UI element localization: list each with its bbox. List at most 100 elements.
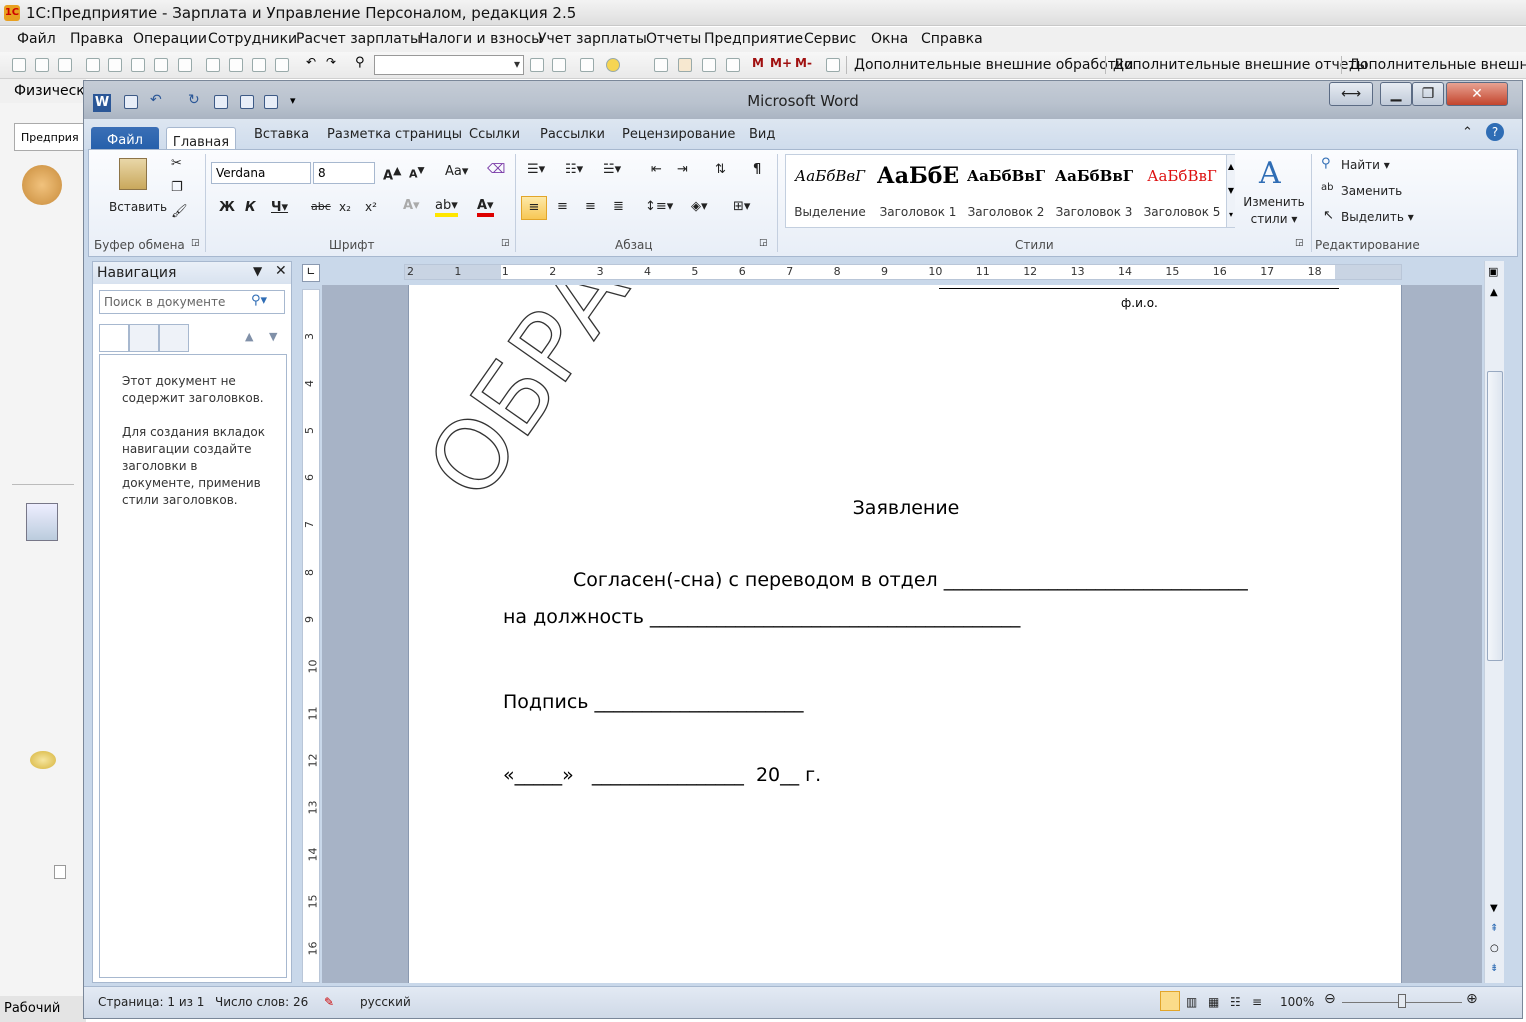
users-icon[interactable] xyxy=(702,58,716,72)
external-more-link[interactable]: Дополнительные внешние п xyxy=(1349,57,1526,73)
draft-icon[interactable]: ≡ xyxy=(1252,995,1262,1009)
proofing-icon[interactable]: ✎ xyxy=(324,995,334,1009)
font-name-input[interactable]: Verdana xyxy=(211,162,311,184)
clipboard-icon[interactable] xyxy=(178,58,192,72)
next-page-icon[interactable]: ⇟ xyxy=(1490,963,1498,974)
styles-launcher-icon[interactable]: ◲ xyxy=(1295,238,1304,248)
print-icon[interactable] xyxy=(252,58,266,72)
paste-button[interactable]: Вставить xyxy=(109,200,167,214)
nav-tab-headings-icon[interactable] xyxy=(99,324,129,352)
report-icon[interactable] xyxy=(26,503,58,541)
vertical-ruler[interactable]: 3 4 5 6 7 8 9 10 11 12 13 14 15 16 xyxy=(302,289,320,983)
line-spacing-icon[interactable]: ↕≡▾ xyxy=(645,199,673,214)
paragraph-launcher-icon[interactable]: ◲ xyxy=(759,238,768,248)
individuals-label[interactable]: Физическ xyxy=(14,83,85,99)
browse-object-icon[interactable]: ○ xyxy=(1490,943,1499,954)
reading-layout-icon[interactable]: ▥ xyxy=(1186,995,1197,1009)
preview-icon[interactable] xyxy=(229,58,243,72)
memory-minus-icon[interactable]: M- xyxy=(795,56,817,70)
memory-m-icon[interactable]: M xyxy=(752,56,766,70)
language-indicator[interactable]: русский xyxy=(360,995,411,1009)
enterprise-tab[interactable]: Предприя xyxy=(14,123,84,151)
multilevel-list-icon[interactable]: ☱▾ xyxy=(603,162,621,177)
coins-icon[interactable] xyxy=(30,751,56,769)
strikethrough-icon[interactable]: abc xyxy=(311,200,331,213)
copy-icon[interactable] xyxy=(108,58,122,72)
ribbon-collapse-icon[interactable]: ⌃ xyxy=(1462,125,1473,140)
calendar-icon[interactable] xyxy=(678,58,692,72)
copy-icon[interactable]: ❐ xyxy=(171,180,183,195)
menu-help[interactable]: Справка xyxy=(921,31,983,47)
scrollbar-thumb[interactable] xyxy=(1487,371,1503,661)
find-next-icon[interactable] xyxy=(530,58,544,72)
clear-format-icon[interactable]: ⌫ xyxy=(487,162,505,177)
close-button[interactable]: ✕ xyxy=(1446,82,1508,106)
shrink-font-icon[interactable]: A▼ xyxy=(409,165,425,181)
cut-icon[interactable] xyxy=(86,58,100,72)
tab-insert[interactable]: Вставка xyxy=(254,127,309,142)
prev-page-icon[interactable]: ⇞ xyxy=(1490,923,1498,934)
calculator-icon[interactable] xyxy=(654,58,668,72)
subscript-icon[interactable]: x₂ xyxy=(339,200,351,214)
styles-scroll-icon[interactable]: ▲ ▼ ▾ xyxy=(1226,155,1235,227)
functions-icon[interactable] xyxy=(726,58,740,72)
style-emphasis[interactable]: АаБбВвГ Выделение xyxy=(786,155,874,227)
menu-edit[interactable]: Правка xyxy=(70,31,123,47)
tab-mailings[interactable]: Рассылки xyxy=(540,127,605,142)
redo-icon[interactable]: ↷ xyxy=(326,55,340,69)
info-icon[interactable] xyxy=(606,58,620,72)
style-heading-2[interactable]: АаБбВвГ Заголовок 2 xyxy=(962,155,1050,227)
page-count[interactable]: Страница: 1 из 1 xyxy=(98,995,204,1009)
change-styles-icon[interactable]: A xyxy=(1259,156,1281,191)
tab-selector-icon[interactable]: ∟ xyxy=(302,264,320,282)
menu-service[interactable]: Сервис xyxy=(804,31,856,47)
sort-icon[interactable]: ⇅ xyxy=(715,162,726,177)
find-binoculars-icon[interactable]: ⚲ xyxy=(1321,156,1331,171)
word-count[interactable]: Число слов: 26 xyxy=(215,995,308,1009)
tab-page-layout[interactable]: Разметка страницы xyxy=(327,127,462,142)
zoom-out-icon[interactable]: ⊖ xyxy=(1324,991,1336,1007)
clipboard-launcher-icon[interactable]: ◲ xyxy=(191,238,200,248)
maximize-button[interactable]: ❐ xyxy=(1412,82,1444,106)
nav-tab-pages-icon[interactable] xyxy=(129,324,159,352)
menu-payroll[interactable]: Расчет зарплаты xyxy=(296,31,421,47)
checkbox-icon[interactable] xyxy=(54,865,66,879)
scroll-down-icon[interactable]: ▼ xyxy=(1490,903,1498,914)
table-icon[interactable] xyxy=(206,58,220,72)
font-size-input[interactable]: 8 xyxy=(313,162,375,184)
ruler-toggle-icon[interactable]: ▣ xyxy=(1488,265,1498,278)
web-layout-icon[interactable]: ▦ xyxy=(1208,995,1219,1009)
pilcrow-icon[interactable]: ¶ xyxy=(753,162,761,177)
nav-next-icon[interactable]: ▼ xyxy=(269,330,277,343)
paste-clipboard-icon[interactable] xyxy=(119,158,147,190)
bold-icon[interactable]: Ж xyxy=(219,200,235,215)
highlight-icon[interactable]: ab▾ xyxy=(435,198,458,217)
save-icon[interactable] xyxy=(58,58,72,72)
increase-indent-icon[interactable]: ⇥ xyxy=(677,162,688,177)
replace-button[interactable]: Заменить xyxy=(1341,184,1402,198)
tab-review[interactable]: Рецензирование xyxy=(622,127,735,142)
outline-icon[interactable]: ☷ xyxy=(1230,995,1241,1009)
replace-icon[interactable]: ab xyxy=(1321,182,1333,193)
settings-icon[interactable] xyxy=(826,58,840,72)
paste-special-icon[interactable] xyxy=(154,58,168,72)
zoom-level[interactable]: 100% xyxy=(1280,995,1314,1009)
zoom-in-icon[interactable]: ⊕ xyxy=(1466,991,1478,1007)
change-styles-button[interactable]: Изменить стили ▾ xyxy=(1243,194,1305,228)
format-painter-icon[interactable]: 🖌 xyxy=(171,204,188,219)
decrease-indent-icon[interactable]: ⇤ xyxy=(651,162,662,177)
external-reports-link[interactable]: Дополнительные внешние отчеты xyxy=(1113,57,1368,73)
search-combo[interactable] xyxy=(374,55,524,75)
menu-operations[interactable]: Операции xyxy=(133,31,207,47)
select-button[interactable]: Выделить ▾ xyxy=(1341,210,1414,224)
paste-icon[interactable] xyxy=(131,58,145,72)
nav-close-icon[interactable]: ✕ xyxy=(275,263,287,279)
find-prev-icon[interactable] xyxy=(552,58,566,72)
document-page[interactable]: ф.и.о. ОБРАЗЕЦ Заявление Согласен(-сна) … xyxy=(408,285,1402,983)
employees-icon[interactable] xyxy=(22,165,62,205)
memory-plus-icon[interactable]: M+ xyxy=(770,56,792,70)
change-case-icon[interactable]: Aa▾ xyxy=(445,164,468,179)
menu-windows[interactable]: Окна xyxy=(871,31,908,47)
align-left-icon[interactable]: ≡ xyxy=(521,196,547,220)
menu-accounting[interactable]: Учет зарплаты xyxy=(538,31,647,47)
